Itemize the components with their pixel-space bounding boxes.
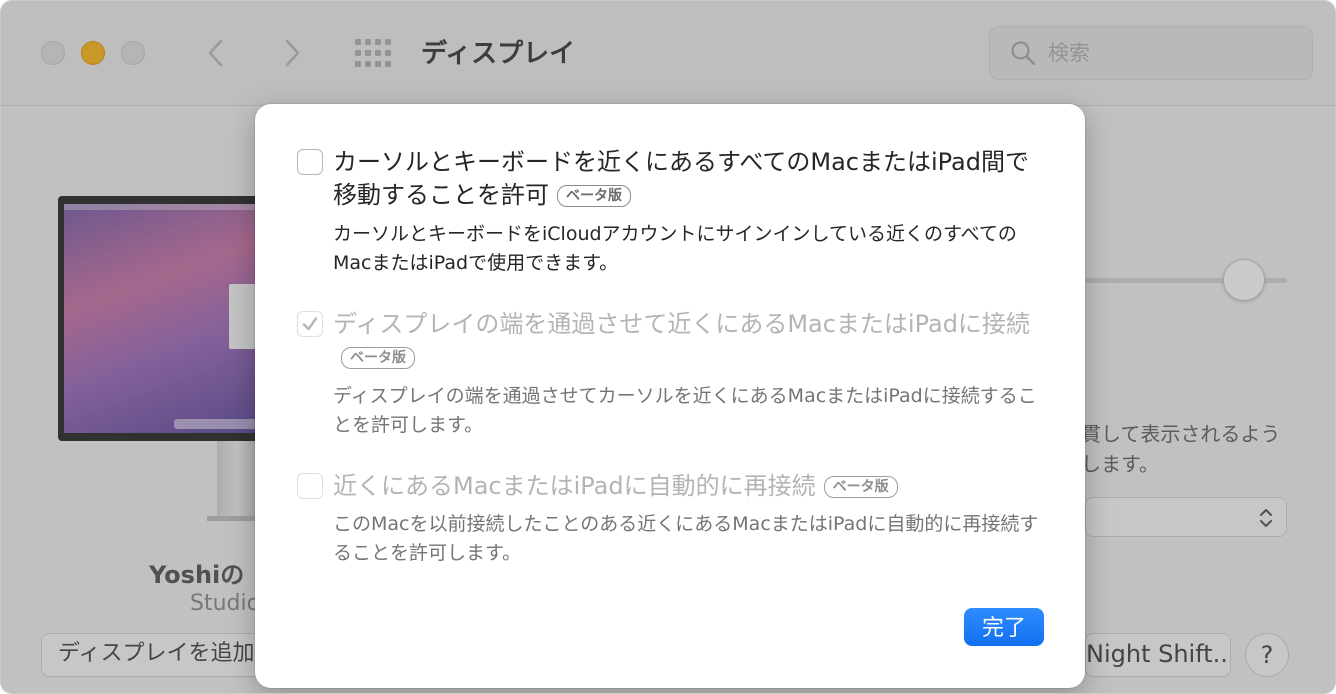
option-description: ディスプレイの端を通過させてカーソルを近くにあるMacまたはiPadに接続するこ… — [333, 385, 1037, 436]
beta-badge: ベータ版 — [341, 347, 415, 369]
beta-badge: ベータ版 — [823, 476, 898, 498]
option-description: カーソルとキーボードをiCloudアカウントにサインインしている近くのすべてのM… — [333, 223, 1017, 274]
push-through-edge-checkbox[interactable] — [297, 311, 323, 337]
universal-control-sheet: カーソルとキーボードを近くにあるすべてのMacまたはiPad間で移動することを許… — [255, 104, 1085, 688]
option-description: このMacを以前接続したことのある近くにあるMacまたはiPadに自動的に再接続… — [333, 513, 1039, 564]
option-title-text: 近くにあるMacまたはiPadに自動的に再接続 — [333, 472, 816, 500]
auto-reconnect-checkbox[interactable] — [297, 473, 323, 499]
checkmark-icon — [302, 317, 318, 331]
option-title-text: ディスプレイの端を通過させて近くにあるMacまたはiPadに接続 — [333, 310, 1030, 338]
cursor-keyboard-checkbox[interactable] — [297, 149, 323, 175]
beta-badge: ベータ版 — [557, 185, 631, 207]
option-title: カーソルとキーボードを近くにあるすべてのMacまたはiPad間で移動することを許… — [333, 146, 1038, 212]
option-title: 近くにあるMacまたはiPadに自動的に再接続 ベータ版 — [333, 470, 1038, 503]
option-title-text: カーソルとキーボードを近くにあるすべてのMacまたはiPad間で移動することを許… — [333, 148, 1029, 209]
done-button[interactable]: 完了 — [964, 608, 1044, 646]
option-title: ディスプレイの端を通過させて近くにあるMacまたはiPadに接続ベータ版 — [333, 308, 1038, 374]
display-preferences-window: ディスプレイ Yoshiの Studio ディスプレイを追加 貫して表示されるよ… — [0, 0, 1336, 694]
